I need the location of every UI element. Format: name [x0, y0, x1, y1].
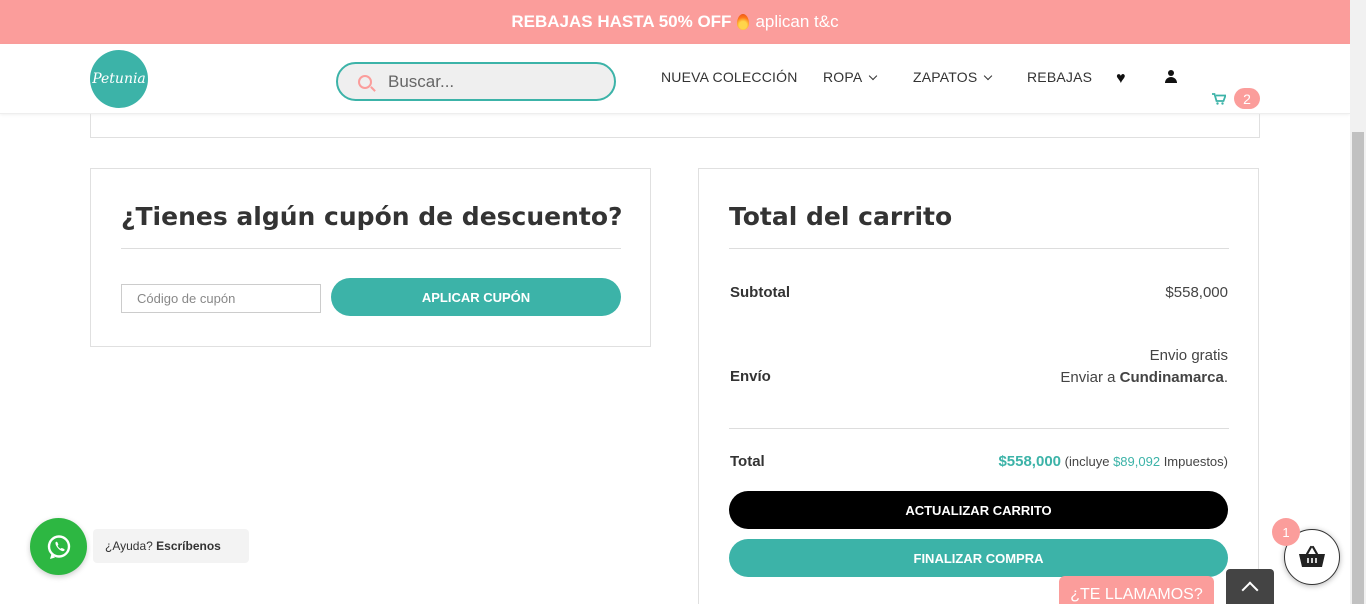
shipping-destination: Enviar a Cundinamarca.	[1060, 369, 1228, 386]
shipping-to-suffix: .	[1223, 369, 1228, 386]
search-input[interactable]	[388, 71, 598, 92]
nav-ropa[interactable]: ROPA	[823, 69, 878, 85]
nav-rebajas[interactable]: REBAJAS	[1027, 69, 1092, 85]
help-action: Escríbenos	[156, 539, 221, 553]
total-label: Total	[730, 453, 765, 470]
apply-coupon-button[interactable]: APLICAR CUPÓN	[331, 278, 621, 316]
total-value: $558,000	[998, 453, 1062, 470]
cart-count-badge[interactable]: 2	[1234, 88, 1260, 109]
scrollbar-thumb[interactable]	[1352, 132, 1364, 604]
divider	[729, 248, 1229, 249]
tax-prefix: (incluye	[1064, 454, 1110, 469]
logo-text: Petunia	[92, 71, 146, 87]
whatsapp-button[interactable]	[30, 518, 87, 575]
heart-icon[interactable]: ♥	[1116, 70, 1126, 88]
cart-totals-title: Total del carrito	[729, 202, 953, 231]
shipping-place: Cundinamarca	[1119, 369, 1224, 386]
nav-zapatos[interactable]: ZAPATOS	[913, 69, 993, 85]
checkout-button[interactable]: FINALIZAR COMPRA	[729, 539, 1228, 577]
update-cart-button[interactable]: ACTUALIZAR CARRITO	[729, 491, 1228, 529]
cart-icon[interactable]	[1212, 92, 1227, 108]
tax-value: $89,092	[1113, 454, 1161, 469]
chevron-down-icon	[869, 71, 878, 81]
coupon-code-input[interactable]	[121, 284, 321, 313]
total-value-block: $558,000 (incluye $89,092 Impuestos)	[998, 453, 1228, 470]
help-question: ¿Ayuda?	[105, 539, 153, 553]
divider	[121, 248, 621, 249]
mini-cart-count-badge: 1	[1272, 518, 1300, 546]
callback-button[interactable]: ¿TE LLAMAMOS?	[1059, 576, 1214, 604]
user-icon[interactable]	[1165, 70, 1177, 84]
whatsapp-icon	[47, 534, 70, 559]
chevron-down-icon	[984, 71, 993, 81]
cart-table-bottom	[90, 114, 1260, 138]
whatsapp-help-label[interactable]: ¿Ayuda? Escríbenos	[93, 529, 249, 563]
coupon-title: ¿Tienes algún cupón de descuento?	[121, 202, 623, 231]
shipping-method: Envio gratis	[1149, 347, 1228, 364]
subtotal-label: Subtotal	[730, 284, 790, 301]
shipping-to-prefix: Enviar a	[1060, 369, 1116, 386]
coupon-panel: ¿Tienes algún cupón de descuento? APLICA…	[90, 168, 651, 347]
search-icon[interactable]	[358, 74, 372, 89]
search-box[interactable]	[336, 62, 616, 101]
tax-suffix: Impuestos)	[1163, 454, 1228, 469]
divider	[729, 428, 1229, 429]
petunia-logo[interactable]: Petunia	[90, 50, 148, 108]
nav-ropa-label: ROPA	[823, 69, 863, 85]
scroll-to-top-button[interactable]	[1226, 569, 1274, 604]
fire-icon	[737, 14, 750, 30]
promo-terms: aplican t&c	[755, 12, 839, 31]
site-header: Petunia NUEVA COLECCIÓN ROPA ZAPATOS REB…	[0, 44, 1350, 114]
nav-nueva-coleccion[interactable]: NUEVA COLECCIÓN	[661, 69, 798, 85]
cart-totals-panel: Total del carrito Subtotal $558,000 Enví…	[698, 168, 1259, 604]
shipping-label: Envío	[730, 368, 771, 385]
subtotal-value: $558,000	[1165, 284, 1228, 301]
basket-icon	[1299, 545, 1325, 567]
nav-zapatos-label: ZAPATOS	[913, 69, 978, 85]
promo-banner: REBAJAS HASTA 50% OFF aplican t&c	[0, 0, 1350, 44]
promo-headline: REBAJAS HASTA 50% OFF	[511, 12, 732, 31]
